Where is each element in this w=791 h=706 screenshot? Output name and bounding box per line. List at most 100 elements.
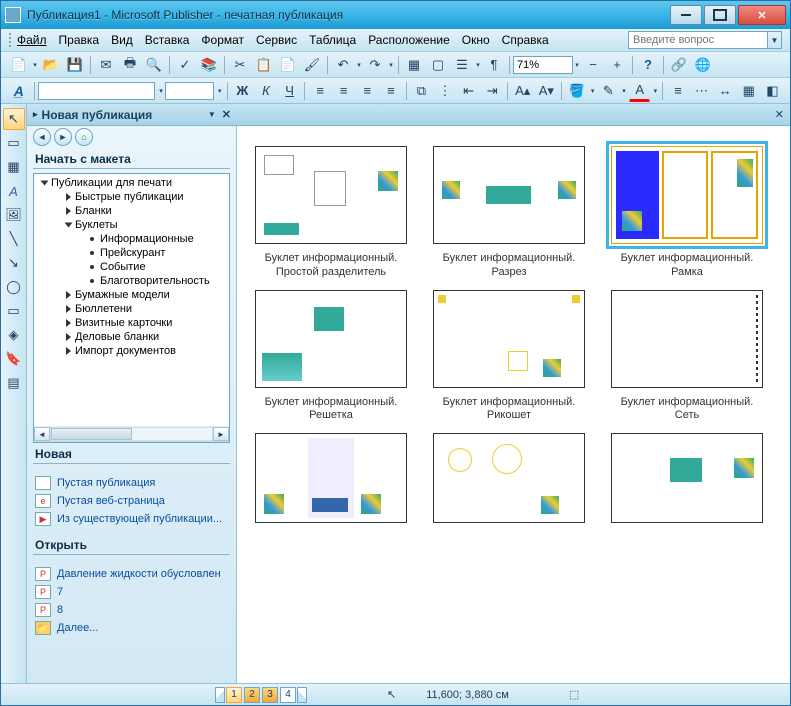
page-nav-4[interactable]: 4 <box>280 687 296 703</box>
gallery-item-1[interactable]: Буклет информационный. Разрез <box>433 146 585 280</box>
zoom-dropdown[interactable]: ▾ <box>573 61 581 69</box>
help-button[interactable]: ? <box>637 54 659 76</box>
new-dropdown[interactable]: ▾ <box>31 61 39 69</box>
tree-item[interactable]: Бюллетени <box>34 302 229 316</box>
tree-scroll-left[interactable]: ◄ <box>34 427 50 441</box>
font-name-dropdown[interactable]: ▾ <box>157 87 165 95</box>
shadow-button[interactable]: ▦ <box>738 80 760 102</box>
tree-item[interactable]: Визитные карточки <box>34 316 229 330</box>
gallery-item-5[interactable]: Буклет информационный. Сеть <box>611 290 763 424</box>
rectangle-tool[interactable]: ▭ <box>3 300 25 322</box>
font-color-button[interactable]: A <box>629 80 651 102</box>
tree-scrollbar[interactable]: ◄ ► <box>34 426 229 442</box>
picture-tool[interactable]: 🖼 <box>3 204 25 226</box>
nav-home-button[interactable]: ⌂ <box>75 128 93 146</box>
tree-item[interactable]: Буклеты <box>34 218 229 232</box>
undo-dropdown[interactable]: ▾ <box>355 61 363 69</box>
oval-tool[interactable]: ◯ <box>3 276 25 298</box>
tree-item[interactable]: Бумажные модели <box>34 288 229 302</box>
numbering-button[interactable]: ⧉ <box>411 80 433 102</box>
taskpane-close-button[interactable]: ✕ <box>222 108 231 121</box>
gallery-item-8[interactable] <box>611 433 763 523</box>
dash-style-button[interactable]: ⋯ <box>691 80 713 102</box>
page-nav-3[interactable]: 3 <box>262 687 278 703</box>
line-tool[interactable]: ╲ <box>3 228 25 250</box>
tree-item[interactable]: Импорт документов <box>34 344 229 358</box>
gallery-close-button[interactable]: ✕ <box>775 108 784 121</box>
link-blank-pub[interactable]: Пустая публикация <box>35 474 228 492</box>
bookmark-tool[interactable]: 🔖 <box>3 348 25 370</box>
grow-font-button[interactable]: A▴ <box>512 80 534 102</box>
page-nav-1[interactable]: 1 <box>226 687 242 703</box>
decrease-indent-button[interactable]: ⇤ <box>458 80 480 102</box>
tree-item[interactable]: Бланки <box>34 204 229 218</box>
font-size-dropdown[interactable]: ▾ <box>216 87 224 95</box>
wordart-tool[interactable]: A <box>3 180 25 202</box>
bring-front-button[interactable]: ▦ <box>403 54 425 76</box>
layout-tree[interactable]: Публикации для печати Быстрые публикации… <box>33 173 230 443</box>
styles-button[interactable]: A̲ <box>8 80 30 102</box>
menu-edit[interactable]: Правка <box>59 33 100 47</box>
menu-help[interactable]: Справка <box>502 33 549 47</box>
fill-color-dropdown[interactable]: ▾ <box>589 87 597 95</box>
minimize-button[interactable] <box>670 5 702 25</box>
redo-button[interactable]: ↷ <box>364 54 386 76</box>
gallery-item-0[interactable]: Буклет информационный. Простой разделите… <box>255 146 407 280</box>
menu-gripper[interactable] <box>9 33 13 47</box>
preview-button[interactable]: 🔍 <box>143 54 165 76</box>
print-button[interactable]: 🖶 <box>119 54 141 76</box>
undo-button[interactable]: ↶ <box>332 54 354 76</box>
gallery-item-4[interactable]: Буклет информационный. Рикошет <box>433 290 585 424</box>
align-center-button[interactable]: ≡ <box>333 80 355 102</box>
mail-button[interactable]: ✉ <box>95 54 117 76</box>
send-back-button[interactable]: ▢ <box>427 54 449 76</box>
underline-button[interactable]: Ч <box>279 80 301 102</box>
menu-insert[interactable]: Вставка <box>145 33 190 47</box>
link-recent-0[interactable]: PДавление жидкости обусловлен <box>35 565 228 583</box>
font-size-combo[interactable] <box>165 82 214 100</box>
gallery-item-7[interactable] <box>433 433 585 523</box>
tree-scroll-right[interactable]: ► <box>213 427 229 441</box>
page-fold-left[interactable] <box>215 687 225 703</box>
arrow-style-button[interactable]: ↔ <box>714 80 736 102</box>
format-painter-button[interactable]: 🖌 <box>301 54 323 76</box>
tree-item[interactable]: Событие <box>34 260 229 274</box>
zoom-out-button[interactable]: − <box>582 54 604 76</box>
spellcheck-button[interactable]: ✓ <box>174 54 196 76</box>
tree-root[interactable]: Публикации для печати <box>34 176 229 190</box>
webtools-button[interactable]: 🔗 <box>668 54 690 76</box>
font-color-dropdown[interactable]: ▾ <box>651 87 659 95</box>
textbox-tool[interactable]: ▭ <box>3 132 25 154</box>
arrow-tool[interactable]: ↘ <box>3 252 25 274</box>
page-fold-right[interactable] <box>297 687 307 703</box>
tree-item[interactable]: Прейскурант <box>34 246 229 260</box>
tree-scroll-thumb[interactable] <box>51 428 132 440</box>
menu-tools[interactable]: Сервис <box>256 33 297 47</box>
menu-table[interactable]: Таблица <box>309 33 356 47</box>
link-from-existing[interactable]: ▶Из существующей публикации... <box>35 510 228 528</box>
columns-dropdown[interactable]: ▾ <box>474 61 482 69</box>
table-tool[interactable]: ▦ <box>3 156 25 178</box>
preview-web-button[interactable]: 🌐 <box>692 54 714 76</box>
nav-back-button[interactable]: ◄ <box>33 128 51 146</box>
tree-item[interactable]: Информационные <box>34 232 229 246</box>
link-blank-web[interactable]: eПустая веб-страница <box>35 492 228 510</box>
page-nav-2[interactable]: 2 <box>244 687 260 703</box>
copy-button[interactable]: 📋 <box>253 54 275 76</box>
paste-button[interactable]: 📄 <box>277 54 299 76</box>
save-button[interactable]: 💾 <box>64 54 86 76</box>
taskpane-menu-dropdown[interactable]: ▼ <box>208 110 216 119</box>
close-button[interactable] <box>738 5 786 25</box>
italic-button[interactable]: К <box>255 80 277 102</box>
zoom-combo[interactable]: 71% <box>513 56 573 74</box>
line-color-dropdown[interactable]: ▾ <box>620 87 628 95</box>
select-tool[interactable]: ↖ <box>3 108 25 130</box>
design-gallery-tool[interactable]: ▤ <box>3 372 25 394</box>
3d-button[interactable]: ◧ <box>762 80 784 102</box>
maximize-button[interactable] <box>704 5 736 25</box>
special-chars-button[interactable]: ¶ <box>483 54 505 76</box>
columns-button[interactable]: ☰ <box>451 54 473 76</box>
tree-item[interactable]: Благотворительность <box>34 274 229 288</box>
help-search-input[interactable] <box>628 31 768 49</box>
align-right-button[interactable]: ≡ <box>357 80 379 102</box>
